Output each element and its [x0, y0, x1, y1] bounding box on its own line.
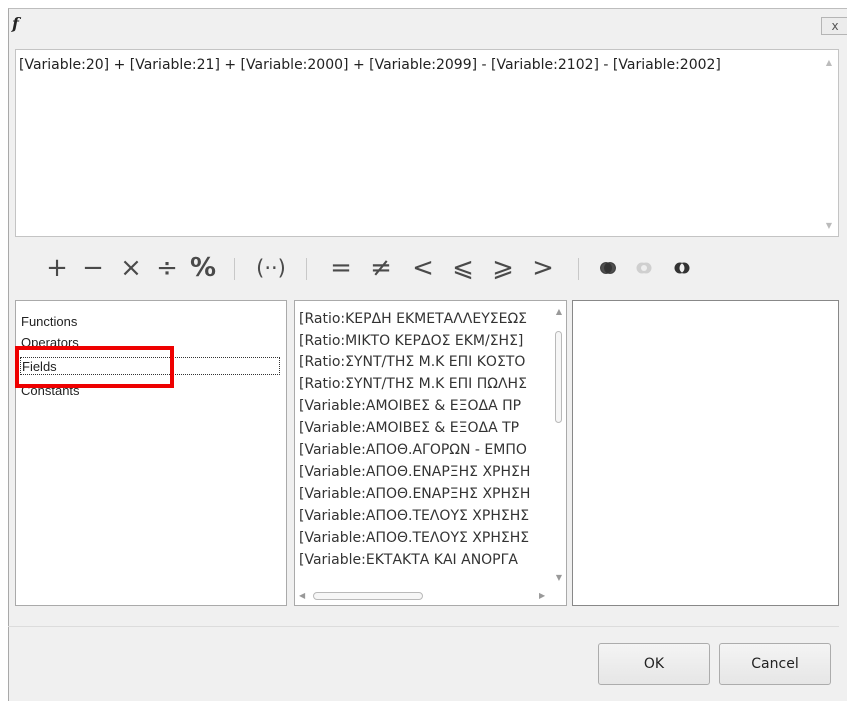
scroll-right-arrow-icon[interactable]: ▶ — [539, 590, 545, 602]
vertical-scroll-thumb[interactable] — [555, 331, 562, 423]
divide-button[interactable]: ÷ — [154, 250, 180, 286]
category-list[interactable]: Functions Operators Fields Constants — [15, 300, 287, 606]
less-than-button[interactable]: < — [410, 250, 436, 286]
list-item[interactable]: [Ratio:ΜΙΚΤΟ ΚΕΡΔΟΣ ΕΚΜ/ΣΗΣ] — [299, 330, 549, 352]
list-item[interactable]: [Variable:ΕΚΤΑΚΤΑ ΚΑΙ ΑΝΟΡΓΑ — [299, 549, 549, 571]
category-operators[interactable]: Operators — [20, 334, 280, 352]
multiply-button[interactable]: × — [118, 250, 144, 286]
list-item[interactable]: [Variable:ΑΜΟΙΒΕΣ & ΕΞΟΔΑ ΤΡ — [299, 417, 549, 439]
vertical-scrollbar[interactable]: ▲ ▼ — [554, 305, 564, 585]
ok-button[interactable]: OK — [598, 643, 710, 685]
category-fields[interactable]: Fields — [20, 357, 280, 375]
toolbar-separator — [578, 258, 579, 280]
category-constants[interactable]: Constants — [20, 382, 280, 400]
less-or-equal-button[interactable]: ⩽ — [450, 250, 476, 286]
percent-button[interactable]: % — [188, 250, 218, 286]
list-item[interactable]: [Variable:ΑΜΟΙΒΕΣ & ΕΞΟΔΑ ΠΡ — [299, 395, 549, 417]
list-item[interactable]: [Variable:ΑΠΟΘ.ΕΝΑΡΞΗΣ ΧΡΗΣΗ — [299, 461, 549, 483]
scroll-down-arrow-icon[interactable]: ▼ — [826, 221, 832, 230]
scroll-left-arrow-icon[interactable]: ◀ — [299, 590, 305, 602]
list-item[interactable]: [Ratio:ΣΥΝΤ/ΤΗΣ Μ.Κ ΕΠΙ ΠΩΛΗΣ — [299, 373, 549, 395]
equal-button[interactable]: = — [328, 250, 354, 286]
not-icon[interactable] — [674, 262, 690, 274]
toolbar-separator — [306, 258, 307, 280]
list-item[interactable]: [Variable:ΑΠΟΘ.ΤΕΛΟΥΣ ΧΡΗΣΗΣ — [299, 527, 549, 549]
fx-icon: f — [12, 14, 19, 33]
scroll-up-arrow-icon[interactable]: ▲ — [554, 307, 564, 316]
minus-button[interactable]: − — [80, 250, 106, 286]
close-button[interactable]: x — [821, 17, 847, 35]
expression-input[interactable]: [Variable:20] + [Variable:21] + [Variabl… — [15, 49, 839, 237]
category-functions[interactable]: Functions — [20, 313, 280, 331]
list-item[interactable]: [Ratio:ΣΥΝΤ/ΤΗΣ Μ.Κ ΕΠΙ ΚΟΣΤΟ — [299, 351, 549, 373]
scroll-up-arrow-icon[interactable]: ▲ — [826, 58, 832, 67]
list-item[interactable]: [Variable:ΑΠΟΘ.ΑΓΟΡΩΝ - ΕΜΠΟ — [299, 439, 549, 461]
horizontal-scrollbar[interactable]: ◀ ▶ — [299, 590, 549, 602]
operator-toolbar: + − × ÷ % (··) = ≠ < ⩽ ⩾ > — [30, 250, 830, 286]
horizontal-scroll-thumb[interactable] — [313, 592, 423, 600]
scroll-down-arrow-icon[interactable]: ▼ — [554, 573, 564, 582]
cancel-button[interactable]: Cancel — [719, 643, 831, 685]
list-item[interactable]: [Variable:ΑΠΟΘ.ΤΕΛΟΥΣ ΧΡΗΣΗΣ — [299, 505, 549, 527]
not-equal-button[interactable]: ≠ — [368, 250, 394, 286]
list-item[interactable]: [Variable:ΑΠΟΘ.ΕΝΑΡΞΗΣ ΧΡΗΣΗ — [299, 483, 549, 505]
or-icon[interactable] — [636, 262, 652, 274]
list-item[interactable]: [Ratio:ΚΕΡΔΗ ΕΚΜΕΤΑΛΛΕΥΣΕΩΣ — [299, 308, 549, 330]
description-panel — [572, 300, 839, 606]
greater-or-equal-button[interactable]: ⩾ — [490, 250, 516, 286]
title-bar: f x — [9, 9, 847, 39]
parentheses-button[interactable]: (··) — [252, 250, 290, 286]
greater-than-button[interactable]: > — [530, 250, 556, 286]
plus-button[interactable]: + — [44, 250, 70, 286]
toolbar-separator — [234, 258, 235, 280]
footer-divider — [8, 626, 839, 627]
and-icon[interactable] — [600, 262, 616, 274]
expression-text: [Variable:20] + [Variable:21] + [Variabl… — [19, 57, 721, 73]
field-list[interactable]: [Ratio:ΚΕΡΔΗ ΕΚΜΕΤΑΛΛΕΥΣΕΩΣ [Ratio:ΜΙΚΤΟ… — [294, 300, 567, 606]
